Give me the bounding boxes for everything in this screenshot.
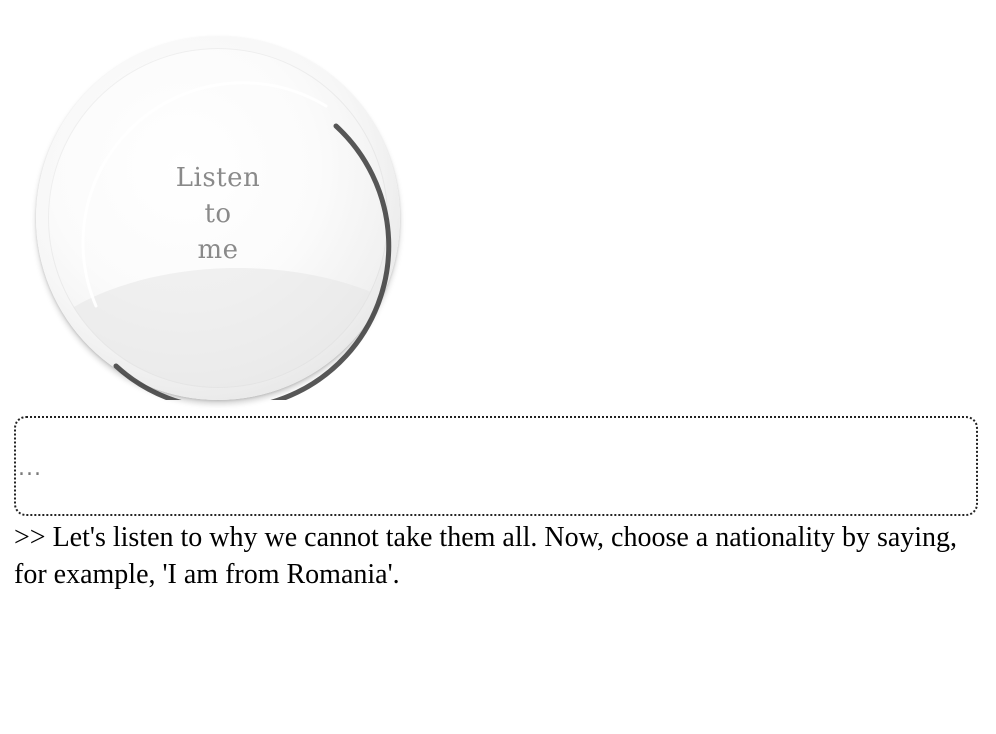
prompt-text: >> Let's listen to why we cannot take th…	[14, 522, 958, 590]
listen-button[interactable]: Listen to me	[36, 36, 400, 400]
transcript-box: ...	[14, 416, 978, 516]
transcript-text: ...	[18, 456, 42, 481]
listen-label-line-3: me	[197, 235, 239, 265]
listen-label-line-2: to	[204, 199, 232, 229]
listen-label-line-1: Listen	[175, 163, 261, 193]
listen-button-label: Listen to me	[36, 160, 400, 268]
